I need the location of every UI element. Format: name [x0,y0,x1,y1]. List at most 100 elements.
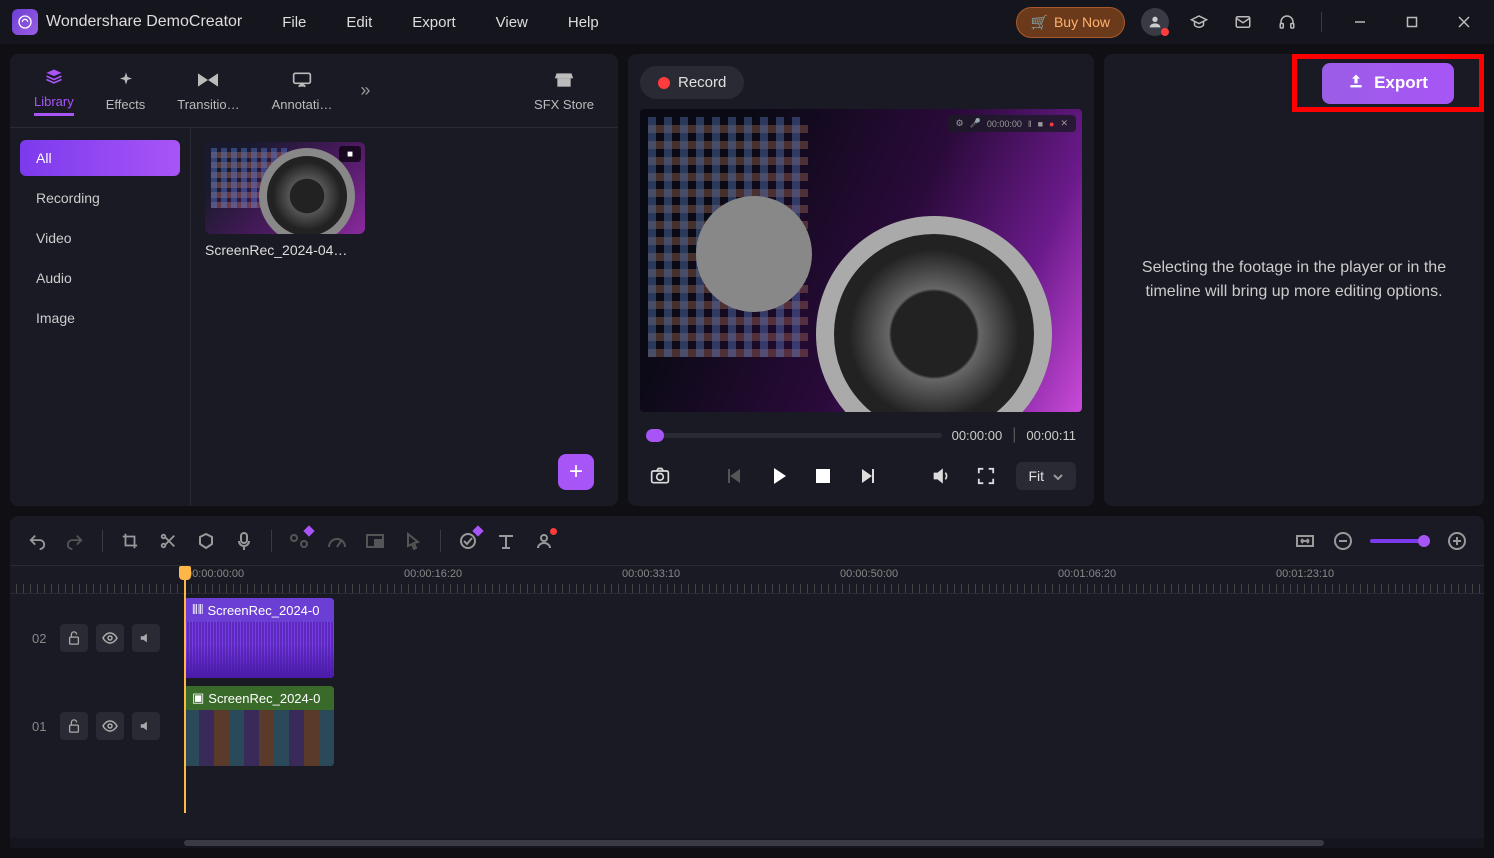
scrollbar-thumb[interactable] [184,840,1324,846]
timeline-scrollbar[interactable] [10,838,1484,848]
ruler-label: 00:00:00:00 [186,568,244,580]
track-lock-button[interactable] [60,712,88,740]
properties-hint: Selecting the footage in the player or i… [1134,256,1454,304]
track-row: 01 ▣ScreenRec_2024-0 [10,682,1484,770]
preview-viewport[interactable]: ⚙🎤00:00:00‖■●✕ [640,109,1082,412]
track-row: 02 C ⦀⦀ScreenRec_2024-0 [10,594,1484,682]
zoom-slider[interactable] [1370,539,1430,543]
record-button[interactable]: Record [640,66,744,99]
category-audio[interactable]: Audio [20,260,180,296]
category-image[interactable]: Image [20,300,180,336]
current-time: 00:00:00 [952,428,1003,443]
menu-view[interactable]: View [496,14,528,31]
text-button[interactable] [495,530,517,552]
buy-now-button[interactable]: 🛒 Buy Now [1016,7,1125,38]
next-frame-button[interactable] [853,462,881,490]
window-maximize-button[interactable] [1394,8,1430,36]
split-button[interactable] [157,530,179,552]
notification-dot-icon [1161,28,1169,36]
headset-icon[interactable] [1273,8,1301,36]
timeline-ruler[interactable]: 00:00:00:00 00:00:16:20 00:00:33:10 00:0… [10,566,1484,594]
window-minimize-button[interactable] [1342,8,1378,36]
user-avatar-button[interactable] [1141,8,1169,36]
clip-name: ScreenRec_2024-04… [205,242,365,258]
crop-button[interactable] [119,530,141,552]
graduation-icon[interactable] [1185,8,1213,36]
add-media-button[interactable]: + [558,454,594,490]
video-clip-name: ScreenRec_2024-0 [208,691,320,706]
duration-time: 00:00:11 [1026,428,1076,443]
playhead[interactable] [184,566,186,813]
cart-icon: 🛒 [1031,14,1048,31]
tab-sfx-store[interactable]: SFX Store [518,61,610,120]
group-button[interactable] [288,530,310,552]
zoom-fit-select[interactable]: Fit [1016,462,1076,490]
audio-clip[interactable]: C ⦀⦀ScreenRec_2024-0 [184,598,334,678]
prev-frame-button[interactable] [721,462,749,490]
divider [1321,12,1322,32]
category-video[interactable]: Video [20,220,180,256]
progress-thumb[interactable] [646,429,664,442]
undo-button[interactable] [26,530,48,552]
tab-transitions[interactable]: Transitio… [161,61,255,120]
play-button[interactable] [765,462,793,490]
menu-export[interactable]: Export [412,14,455,31]
mail-icon[interactable] [1229,8,1257,36]
ruler-label: 00:00:50:00 [840,568,898,580]
upload-icon [1348,73,1364,94]
chevron-down-icon [1052,468,1064,484]
effects-icon [115,69,137,91]
track-mute-button[interactable] [132,712,160,740]
track-visibility-button[interactable] [96,712,124,740]
menu-help[interactable]: Help [568,14,599,31]
category-recording[interactable]: Recording [20,180,180,216]
voiceover-button[interactable] [233,530,255,552]
tab-sfx-label: SFX Store [534,97,594,112]
stop-button[interactable] [809,462,837,490]
track-lock-button[interactable] [60,624,88,652]
redo-button[interactable] [64,530,86,552]
category-all[interactable]: All [20,140,180,176]
properties-panel: Export Selecting the footage in the play… [1104,54,1484,506]
tab-annotations[interactable]: Annotati… [256,61,349,120]
fullscreen-button[interactable] [972,462,1000,490]
menu-file[interactable]: File [282,14,306,31]
tab-annotations-label: Annotati… [272,97,333,112]
recording-hud: ⚙🎤00:00:00‖■●✕ [948,115,1076,132]
ruler-label: 00:01:23:10 [1276,568,1334,580]
annotations-icon [291,69,313,91]
clip-thumbnail: ■ [205,142,365,234]
volume-button[interactable] [928,462,956,490]
pip-button[interactable] [364,530,386,552]
zoom-in-button[interactable] [1446,530,1468,552]
app-logo [12,9,38,35]
window-close-button[interactable] [1446,8,1482,36]
tab-effects[interactable]: Effects [90,61,162,120]
ruler-label: 00:01:06:20 [1058,568,1116,580]
marker-button[interactable] [195,530,217,552]
track-number: 01 [32,719,46,734]
tab-library-label: Library [34,94,74,116]
export-label: Export [1374,73,1428,93]
record-dot-icon [658,77,670,89]
ruler-label: 00:00:16:20 [404,568,462,580]
avatar-button[interactable] [533,530,555,552]
zoom-out-button[interactable] [1332,530,1354,552]
speed-button[interactable] [326,530,348,552]
track-mute-button[interactable] [132,624,160,652]
export-highlight-annotation: Export [1292,54,1484,112]
media-clip[interactable]: ■ ScreenRec_2024-04… [205,142,365,258]
fit-label: Fit [1028,468,1044,484]
tabs-more-button[interactable]: » [348,72,382,109]
menu-edit[interactable]: Edit [346,14,372,31]
tab-library[interactable]: Library [18,58,90,124]
track-visibility-button[interactable] [96,624,124,652]
video-clip[interactable]: ▣ScreenRec_2024-0 [184,686,334,766]
buy-now-label: Buy Now [1054,14,1110,30]
fit-timeline-button[interactable] [1294,530,1316,552]
playback-progress[interactable] [646,433,942,438]
export-button[interactable]: Export [1322,63,1454,104]
denoise-button[interactable] [457,530,479,552]
cursor-button[interactable] [402,530,424,552]
snapshot-button[interactable] [646,462,674,490]
